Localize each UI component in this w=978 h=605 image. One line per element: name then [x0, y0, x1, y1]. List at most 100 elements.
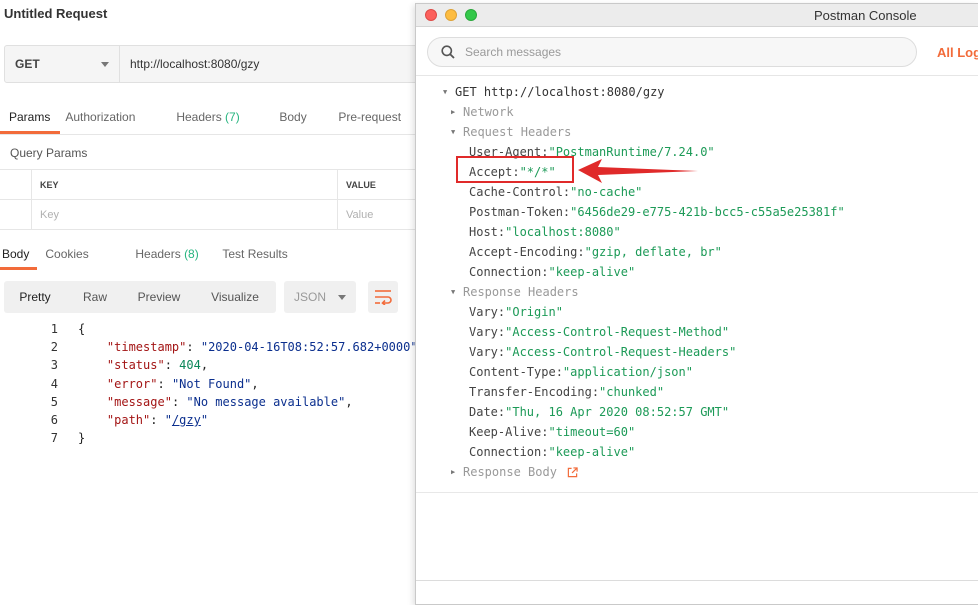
path-link[interactable]: /gzy: [172, 411, 201, 429]
table-row: Key Value: [0, 200, 420, 230]
caret-down-icon: [101, 61, 109, 67]
tabs-divider: [0, 134, 420, 135]
header-row: Vary: "Origin": [469, 302, 563, 322]
tab-headers[interactable]: Headers (7): [166, 100, 276, 134]
header-key: Accept-Encoding:: [469, 245, 585, 259]
view-preview-button[interactable]: Preview: [124, 281, 194, 313]
external-link-icon[interactable]: [567, 466, 578, 478]
code-line: 5 "message": "No message available",: [0, 393, 418, 411]
tab-label: Test Results: [222, 247, 288, 261]
header-value: "Thu, 16 Apr 2020 08:52:57 GMT": [505, 405, 730, 419]
method-label: GET: [15, 57, 40, 71]
json-value: 404: [179, 358, 201, 373]
tab-test-results[interactable]: Test Results: [222, 238, 287, 270]
json-key: "timestamp": [106, 340, 187, 355]
minimize-window-button[interactable]: [445, 9, 457, 21]
code-line: 4 "error": "Not Found",: [0, 375, 418, 393]
view-visualize-button[interactable]: Visualize: [194, 281, 276, 313]
url-bar: GET http://localhost:8080/gzy: [4, 45, 424, 83]
request-line-text: GET http://localhost:8080/gzy: [455, 85, 665, 99]
expanded-triangle-icon: ▼: [451, 288, 456, 296]
caret-down-icon: [338, 294, 346, 300]
log-response-body-section[interactable]: ▶ Response Body: [451, 462, 578, 482]
tab-pre-request[interactable]: Pre-request: [338, 100, 401, 134]
url-input[interactable]: http://localhost:8080/gzy: [120, 46, 259, 82]
code-line: 6 "path": "/gzy ": [0, 411, 418, 429]
request-title[interactable]: Untitled Request: [4, 6, 107, 21]
table-checkbox-col: [0, 170, 32, 199]
json-value: "2020-04-16T08:52:57.682+0000": [200, 340, 418, 355]
header-value: "Access-Control-Request-Method": [505, 325, 730, 339]
header-row: Postman-Token: "6456de29-e775-421b-bcc5-…: [469, 202, 845, 222]
section-label: Network: [463, 105, 514, 119]
query-params-title: Query Params: [10, 146, 88, 160]
section-label: Request Headers: [463, 125, 572, 139]
tab-label: Authorization: [65, 110, 136, 124]
format-label: JSON: [294, 290, 327, 304]
tab-response-body[interactable]: Body: [0, 238, 38, 270]
header-key: Vary:: [469, 345, 506, 359]
tab-response-headers[interactable]: Headers (8): [135, 238, 222, 270]
expanded-triangle-icon: ▼: [443, 88, 448, 96]
log-response-headers-section[interactable]: ▼ Response Headers: [451, 282, 579, 302]
header-key: Date:: [469, 405, 506, 419]
tab-cookies[interactable]: Cookies: [37, 238, 135, 270]
all-logs-dropdown[interactable]: All Log: [937, 45, 978, 60]
console-footer-line: [416, 580, 978, 581]
console-divider: [416, 75, 978, 76]
line-number: 7: [50, 431, 58, 446]
tab-body[interactable]: Body: [276, 100, 338, 134]
arrow-annotation-icon: [578, 159, 698, 183]
tab-label: Cookies: [45, 247, 89, 261]
line-number: 6: [50, 412, 58, 427]
view-pretty-button[interactable]: Pretty: [4, 281, 66, 313]
search-icon: [441, 45, 455, 59]
close-window-button[interactable]: [425, 9, 437, 21]
header-key: Postman-Token:: [469, 205, 571, 219]
header-value: "application/json": [562, 365, 693, 379]
code-line: 7}: [0, 429, 418, 447]
console-window-title: Postman Console: [814, 8, 917, 23]
header-value: "gzip, deflate, br": [584, 245, 722, 259]
search-messages-input[interactable]: Search messages: [427, 37, 917, 67]
collapsed-triangle-icon: ▶: [451, 108, 456, 116]
header-value: "chunked": [599, 385, 665, 399]
wrap-lines-icon: [375, 290, 392, 305]
key-input[interactable]: Key: [32, 200, 338, 229]
maximize-window-button[interactable]: [465, 9, 477, 21]
line-number: 1: [50, 322, 58, 336]
view-mode-group: Pretty Raw Preview Visualize: [4, 281, 276, 313]
header-key: Connection:: [469, 265, 549, 279]
json-key: "error": [106, 376, 158, 391]
header-row: Vary: "Access-Control-Request-Headers": [469, 342, 736, 362]
tab-label: Body: [279, 110, 307, 124]
view-raw-button[interactable]: Raw: [66, 281, 124, 313]
tab-label: Body: [2, 247, 30, 261]
tab-label: Headers: [135, 247, 181, 261]
header-row: Transfer-Encoding: "chunked": [469, 382, 664, 402]
value-input[interactable]: Value: [338, 200, 420, 229]
header-key: Keep-Alive:: [469, 425, 549, 439]
log-request-line[interactable]: ▼ GET http://localhost:8080/gzy: [443, 82, 665, 102]
header-row: Connection: "keep-alive": [469, 262, 635, 282]
tab-authorization[interactable]: Authorization: [60, 100, 166, 134]
accept-header-highlight: [456, 156, 574, 183]
method-select[interactable]: GET: [5, 46, 120, 82]
json-value: "Not Found": [171, 376, 252, 391]
query-params-table: KEY VALUE Key Value: [0, 169, 420, 230]
wrap-lines-button[interactable]: [368, 281, 398, 313]
tab-label: Pre-request: [338, 110, 402, 124]
log-request-headers-section[interactable]: ▼ Request Headers: [451, 122, 571, 142]
console-content-divider: [416, 492, 978, 493]
log-network-section[interactable]: ▶ Network: [451, 102, 514, 122]
json-value: "No message available": [186, 394, 346, 409]
json-key: "path": [106, 412, 151, 427]
header-row: Keep-Alive: "timeout=60": [469, 422, 635, 442]
json-key: "message": [106, 394, 172, 409]
format-select[interactable]: JSON: [284, 281, 356, 313]
tab-params[interactable]: Params: [0, 100, 61, 134]
value-header: VALUE: [346, 179, 376, 190]
brace: }: [78, 431, 86, 446]
headers-count: (7): [225, 110, 240, 124]
expanded-triangle-icon: ▼: [451, 128, 456, 136]
